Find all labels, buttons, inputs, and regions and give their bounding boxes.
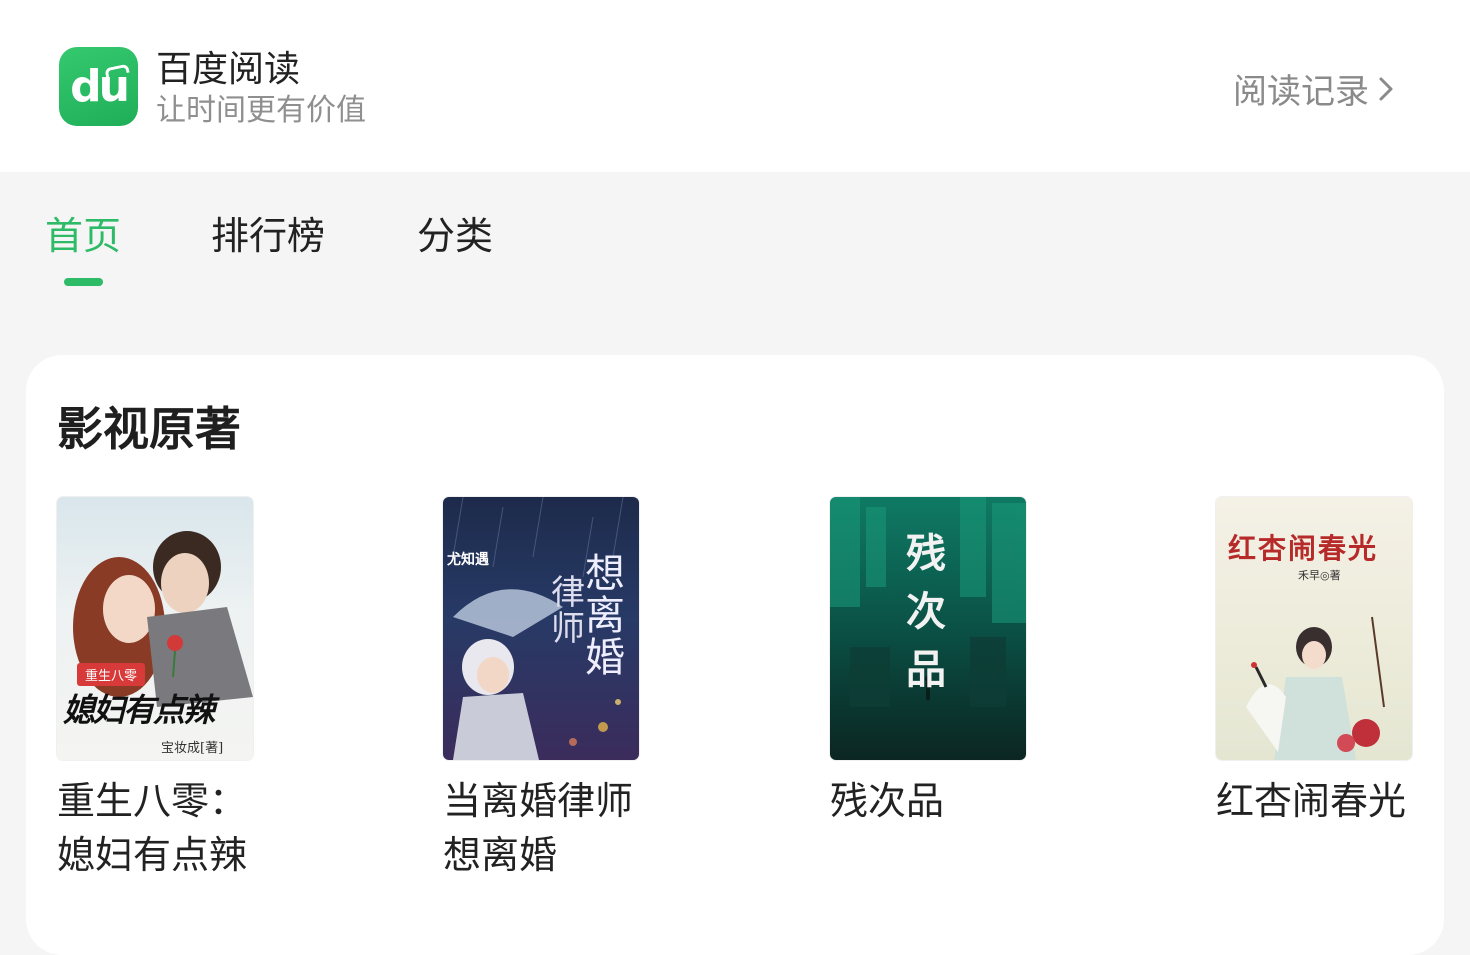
cover-title: 媳妇有点辣 [63,691,215,729]
cover-author: 宝妆成[著] [161,741,224,756]
book-item[interactable]: 残次品 残次品 [830,497,1070,828]
book-title[interactable]: 当离婚律师想离婚 [443,774,653,882]
book-item[interactable]: 红杏闹春光 禾早◎著 红杏闹春光 [1216,497,1456,828]
book-item[interactable]: 重生八零 媳妇有点辣 宝妆成[著] 重生八零：媳妇有点辣 [57,497,297,882]
active-tab-indicator [64,278,103,286]
cover-author: 尤知遇 [447,552,489,568]
app-slogan: 让时间更有价值 [156,93,366,128]
app-header: du 百度阅读 让时间更有价值 阅读记录 [0,0,1470,172]
book-cover[interactable]: 残次品 [830,497,1026,760]
book-cover[interactable]: 重生八零 媳妇有点辣 宝妆成[著] [57,497,253,760]
tab-rankings[interactable]: 排行榜 [211,212,325,260]
baidu-read-logo[interactable]: du [59,47,138,126]
cover-title: 想离婚 [585,551,625,681]
book-title[interactable]: 残次品 [830,774,1040,828]
app-name: 百度阅读 [156,49,301,90]
tab-home[interactable]: 首页 [45,212,121,260]
book-title[interactable]: 重生八零：媳妇有点辣 [57,774,267,882]
book-title[interactable]: 红杏闹春光 [1216,774,1426,828]
cover-badge: 重生八零 [77,663,146,686]
cover-title: 红杏闹春光 [1228,532,1379,565]
book-cover[interactable]: 红杏闹春光 禾早◎著 [1216,497,1412,760]
reading-history-link[interactable]: 阅读记录 [1233,64,1397,113]
chevron-right-icon [1379,77,1393,100]
book-cover[interactable]: 尤知遇 想离婚 律师 [443,497,639,760]
section-title: 影视原著 [57,402,241,456]
adaptations-section: 影视原著 重生八零 媳妇有点辣 宝妆成[著] 重生八零：媳妇有点辣 尤知遇 想离… [26,355,1444,955]
cover-author: 禾早◎著 [1298,569,1341,582]
reading-history-label: 阅读记录 [1233,72,1369,112]
book-item[interactable]: 尤知遇 想离婚 律师 当离婚律师想离婚 [443,497,683,882]
cover-subtitle: 律师 [551,573,585,649]
cover-title: 残次品 [906,530,946,693]
tab-categories[interactable]: 分类 [417,212,493,260]
